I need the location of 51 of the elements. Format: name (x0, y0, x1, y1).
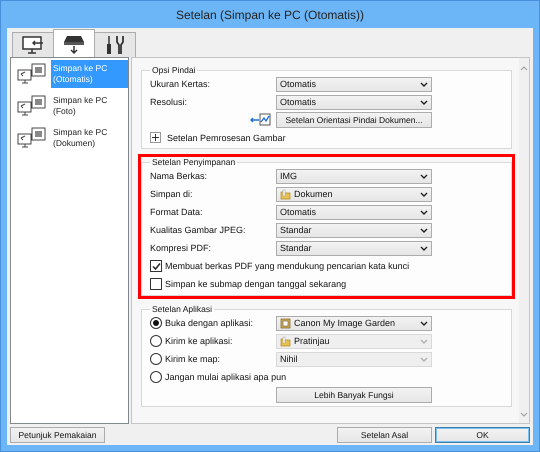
folder-icon (280, 188, 291, 200)
dropdown[interactable]: Dokumen (276, 186, 432, 202)
folder-icon (280, 336, 291, 346)
section-title: Setelan Penyimpanan (151, 157, 236, 167)
radio-button[interactable] (150, 317, 162, 329)
tab[interactable] (53, 29, 95, 57)
field-label: Resolusi: (150, 97, 188, 107)
radio-label: Jangan mulai aplikasi apa pun (165, 372, 286, 382)
computer-documents-icon (17, 94, 47, 118)
radio-button[interactable] (150, 371, 162, 383)
field-label: Kualitas Gambar JPEG: (150, 225, 247, 235)
field-label: Ukuran Kertas: (150, 79, 212, 89)
radio-button[interactable] (150, 353, 162, 365)
dropdown[interactable]: Otomatis (276, 76, 432, 92)
dropdown[interactable]: Otomatis (276, 94, 432, 110)
dropdown[interactable]: Standar (276, 222, 432, 238)
action-button[interactable]: Lebih Banyak Fungsi (276, 387, 432, 403)
expander-label: Setelan Pemrosesan Gambar (167, 132, 286, 142)
footer-button[interactable]: OK (435, 427, 530, 443)
dropdown[interactable]: Canon My Image Garden (276, 316, 432, 330)
field-label: Simpan di: (150, 189, 194, 199)
app-icon (280, 318, 291, 328)
checkbox[interactable] (150, 278, 162, 290)
sidebar-item[interactable]: Simpan ke PC (Dokumen) (51, 124, 128, 152)
field-label: Format Data: (150, 207, 204, 217)
monitor-arrow-icon (21, 34, 45, 56)
dropdown[interactable]: Standar (276, 240, 432, 256)
computer-documents-icon (17, 62, 47, 86)
section-title: Setelan Aplikasi (151, 304, 214, 314)
tab[interactable] (12, 32, 54, 57)
checkbox-label: Membuat berkas PDF yang mendukung pencarian kata kunci (165, 261, 410, 271)
action-button[interactable]: Setelan Orientasi Pindai Dokumen... (276, 112, 432, 128)
field-label: Kompresi PDF: (150, 243, 212, 253)
window-title: Setelan (Simpan ke PC (Otomatis)) (176, 8, 364, 22)
radio-button[interactable] (150, 335, 162, 347)
checkbox-label: Simpan ke submap dengan tanggal sekarang (165, 279, 346, 289)
footer-button[interactable]: Petunjuk Pemakaian (10, 427, 105, 443)
computer-documents-icon (17, 126, 47, 150)
field-label: Nama Berkas: (150, 171, 208, 181)
radio-label: Buka dengan aplikasi: (165, 318, 254, 328)
sidebar-item[interactable]: Simpan ke PC (Foto) (51, 92, 128, 120)
radio-label: Kirim ke map: (165, 354, 220, 364)
dropdown[interactable]: IMG (276, 168, 432, 184)
orientation-icon (250, 113, 272, 127)
expand-button[interactable] (150, 132, 161, 143)
radio-label: Kirim ke aplikasi: (165, 336, 233, 346)
section-title: Opsi Pindai (151, 65, 196, 75)
checkbox[interactable] (150, 260, 162, 272)
tab[interactable] (94, 32, 136, 57)
dropdown[interactable]: Otomatis (276, 204, 432, 220)
footer-button[interactable]: Setelan Asal (337, 427, 432, 443)
